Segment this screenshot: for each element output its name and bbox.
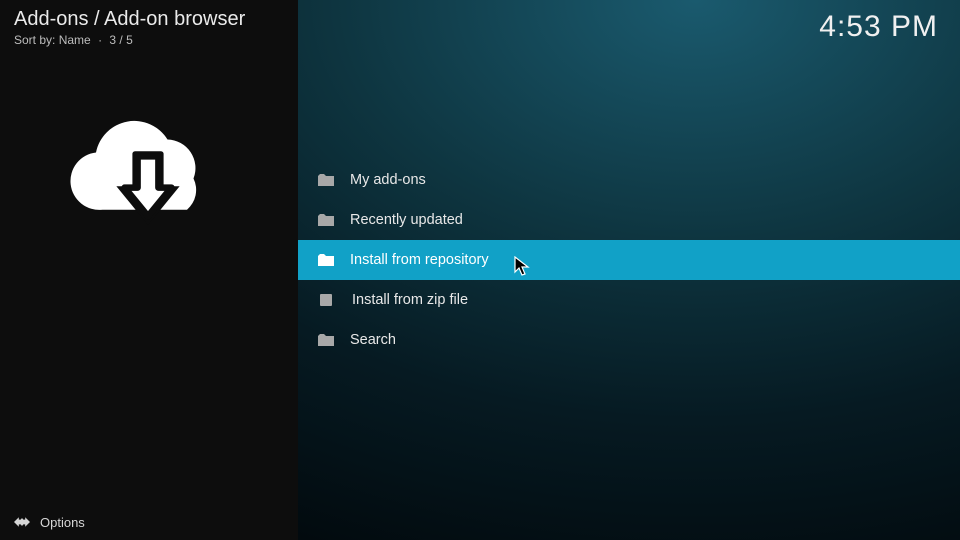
folder-icon xyxy=(318,334,334,346)
list-position: 3 / 5 xyxy=(109,33,132,47)
list-item-label: Search xyxy=(350,332,396,348)
list-item-search[interactable]: Search xyxy=(298,320,960,360)
sidebar-panel: Add-ons / Add-on browser Sort by: Name ·… xyxy=(0,0,298,540)
addon-list: My add-ons Recently updated Install from… xyxy=(298,160,960,360)
zip-file-icon xyxy=(320,294,332,306)
list-item-install-from-repository[interactable]: Install from repository xyxy=(298,240,960,280)
separator-dot: · xyxy=(98,33,102,47)
list-item-label: Recently updated xyxy=(350,212,463,228)
list-item-label: Install from repository xyxy=(350,252,489,268)
list-item-install-from-zip[interactable]: Install from zip file xyxy=(298,280,960,320)
sort-value: Name xyxy=(59,33,91,47)
list-item-label: My add-ons xyxy=(350,172,426,188)
breadcrumb: Add-ons / Add-on browser xyxy=(14,8,245,31)
options-label: Options xyxy=(40,515,85,530)
download-cloud-icon xyxy=(68,120,228,255)
list-item-my-addons[interactable]: My add-ons xyxy=(298,160,960,200)
options-button[interactable]: Options xyxy=(14,514,85,530)
list-item-label: Install from zip file xyxy=(352,292,468,308)
options-arrows-icon xyxy=(14,514,30,530)
folder-icon xyxy=(318,214,334,226)
list-item-recently-updated[interactable]: Recently updated xyxy=(298,200,960,240)
clock: 4:53 PM xyxy=(819,10,938,44)
folder-icon xyxy=(318,174,334,186)
sort-label: Sort by: xyxy=(14,33,55,47)
folder-icon xyxy=(318,254,334,266)
sort-info: Sort by: Name · 3 / 5 xyxy=(14,33,133,47)
main-panel: 4:53 PM My add-ons Recently updated Inst… xyxy=(298,0,960,540)
